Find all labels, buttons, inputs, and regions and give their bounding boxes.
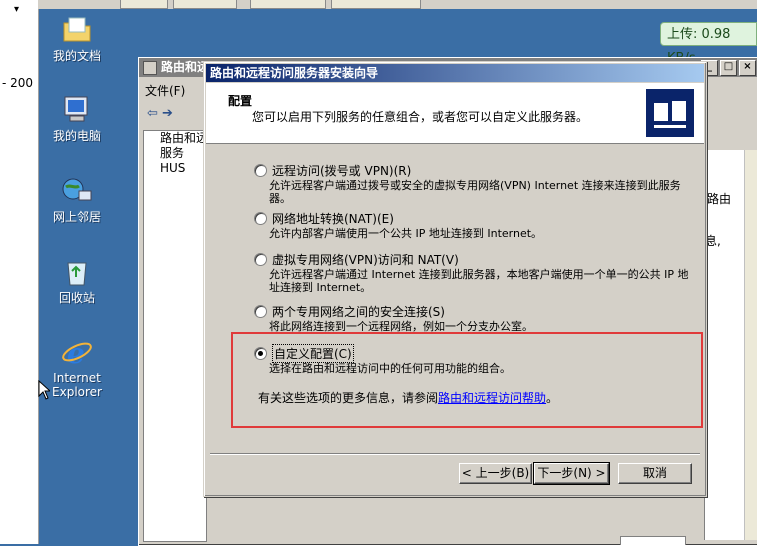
option-label: 两个专用网络之间的安全连接(S) bbox=[272, 304, 445, 319]
option-remote-access[interactable]: 远程访问(拨号或 VPN)(R) 允许远程客户端通过拨号或安全的虚拟专用网络(V… bbox=[254, 162, 694, 205]
taskbar-tab[interactable] bbox=[250, 0, 326, 9]
vertical-scrollbar[interactable] bbox=[744, 150, 757, 540]
close-button[interactable]: × bbox=[739, 60, 756, 76]
option-label: 远程访问(拨号或 VPN)(R) bbox=[272, 163, 412, 178]
desktop-icon-my-documents[interactable]: 我的文档 bbox=[37, 14, 117, 63]
button-separator bbox=[210, 453, 700, 455]
more-info-suffix: 。 bbox=[546, 391, 559, 405]
radio-remote-access[interactable] bbox=[254, 163, 267, 177]
background-text-fragment: - 200 bbox=[2, 76, 34, 90]
top-taskbar bbox=[38, 0, 757, 9]
desktop-icon-label: 我的电脑 bbox=[52, 129, 101, 143]
option-description: 允许内部客户端使用一个公共 IP 地址连接到 Internet。 bbox=[269, 227, 543, 240]
mmc-app-icon bbox=[143, 61, 157, 75]
more-info-prefix: 有关这些选项的更多信息，请参阅 bbox=[258, 391, 439, 405]
mouse-cursor-icon bbox=[38, 379, 52, 403]
option-description: 允许远程客户端通过拨号或安全的虚拟专用网络(VPN) Internet 连接来连… bbox=[269, 179, 681, 205]
option-nat[interactable]: 网络地址转换(NAT)(E) 允许内部客户端使用一个公共 IP 地址连接到 In… bbox=[254, 210, 694, 240]
back-button[interactable]: < 上一步(B) bbox=[459, 463, 532, 484]
taskbar-tab[interactable] bbox=[120, 0, 168, 9]
mmc-title: 路由和远 bbox=[161, 60, 210, 74]
option-label: 虚拟专用网络(VPN)访问和 NAT(V) bbox=[272, 252, 459, 267]
desktop-icon-my-computer[interactable]: 我的电脑 bbox=[37, 94, 117, 143]
mmc-detail-pane: 路由 息, bbox=[704, 150, 757, 540]
radio-secure-connection[interactable] bbox=[254, 304, 267, 318]
wizard-header-title: 配置 bbox=[228, 94, 253, 108]
desktop-icon-recycle-bin[interactable]: 回收站 bbox=[37, 256, 117, 305]
annotation-highlight-box bbox=[231, 332, 703, 428]
more-info-text: 有关这些选项的更多信息，请参阅路由和远程访问帮助。 bbox=[258, 389, 558, 406]
svg-text:e: e bbox=[67, 337, 85, 368]
option-description: 允许远程客户端通过 Internet 连接到此服务器，本地客户端使用一个单一的公… bbox=[269, 268, 689, 294]
option-secure-connection[interactable]: 两个专用网络之间的安全连接(S) 将此网络连接到一个远程网络，例如一个分支办公室… bbox=[254, 303, 694, 333]
option-vpn-nat[interactable]: 虚拟专用网络(VPN)访问和 NAT(V) 允许远程客户端通过 Internet… bbox=[254, 251, 694, 294]
desktop-icon-network-places[interactable]: 网上邻居 bbox=[37, 175, 117, 224]
network-icon bbox=[61, 175, 93, 207]
radio-nat[interactable] bbox=[254, 211, 267, 225]
wizard-title: 路由和远程访问服务器安装向导 bbox=[206, 64, 704, 82]
server-wizard-icon bbox=[646, 89, 694, 137]
console-tree: 路由和远 服务 HUS bbox=[143, 130, 207, 542]
dropdown-arrow-icon[interactable]: ▾ bbox=[14, 4, 19, 15]
recycle-bin-icon bbox=[61, 256, 93, 288]
next-button[interactable]: 下一步(N) > bbox=[533, 462, 610, 485]
maximize-button[interactable]: □ bbox=[720, 60, 737, 76]
detail-text-fragment: 路由 bbox=[707, 192, 732, 206]
taskbar-tab[interactable] bbox=[331, 0, 421, 9]
desktop-icon-label: 网上邻居 bbox=[52, 210, 101, 224]
desktop-icon-label: 我的文档 bbox=[52, 49, 101, 63]
wizard-header: 配置 您可以启用下列服务的任意组合，或者您可以自定义此服务器。 bbox=[206, 83, 704, 144]
computer-icon bbox=[61, 94, 93, 126]
tree-item-services[interactable]: 服务 bbox=[144, 146, 206, 161]
option-label: 网络地址转换(NAT)(E) bbox=[272, 211, 394, 226]
desktop-icon-label: 回收站 bbox=[58, 291, 95, 305]
wizard-header-subtitle: 您可以启用下列服务的任意组合，或者您可以自定义此服务器。 bbox=[252, 110, 589, 124]
taskbar-tab[interactable] bbox=[173, 0, 237, 9]
setup-wizard-dialog: 路由和远程访问服务器安装向导 配置 您可以启用下列服务的任意组合，或者您可以自定… bbox=[203, 61, 707, 497]
background-window-strip: ▾ - 200 bbox=[0, 0, 39, 544]
menu-file[interactable]: 文件(F) bbox=[145, 82, 185, 99]
cancel-button[interactable]: 取消 bbox=[618, 463, 692, 484]
back-forward-arrows-icon[interactable]: ⇦ ➔ bbox=[147, 106, 173, 121]
help-link[interactable]: 路由和远程访问帮助 bbox=[438, 391, 546, 405]
tree-item-routing[interactable]: 路由和远 bbox=[144, 131, 206, 146]
internet-explorer-icon: e bbox=[61, 336, 93, 370]
radio-vpn-nat[interactable] bbox=[254, 252, 267, 266]
tree-item-server[interactable]: HUS bbox=[144, 161, 206, 176]
upload-speed-badge: 上传: 0.98 KB/s bbox=[660, 22, 757, 66]
detail-text-fragment: 息, bbox=[705, 234, 721, 248]
folder-icon bbox=[61, 14, 93, 46]
